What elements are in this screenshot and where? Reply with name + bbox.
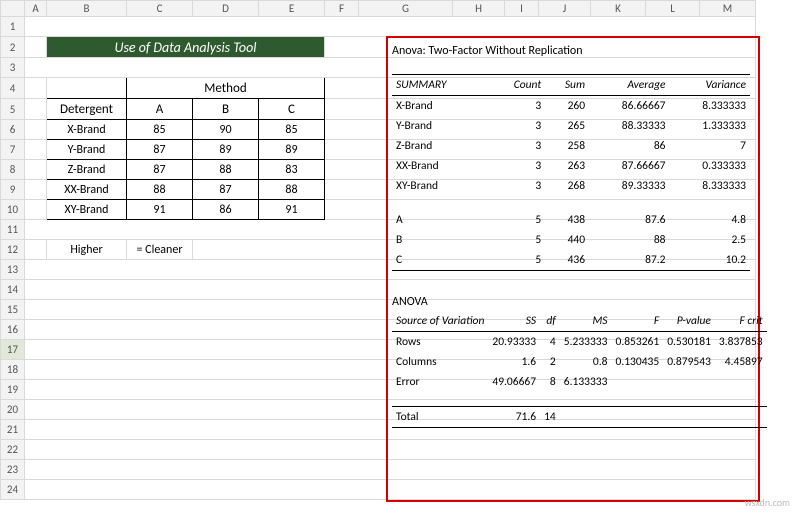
col-F[interactable]: F [325,1,359,17]
cell[interactable]: 86 [193,200,259,220]
col-E[interactable]: E [259,1,325,17]
hdr-ms: MS [560,311,612,332]
row-14[interactable]: 14 [1,280,25,300]
select-all[interactable] [1,1,25,17]
row-5[interactable]: 5 [1,99,25,120]
row-1[interactable]: 1 [1,17,25,37]
hdr-source: Source of Variation [392,311,488,332]
col-H[interactable]: H [453,1,505,17]
hdr-f: F [611,311,663,332]
cell[interactable]: 89 [259,140,325,160]
cell[interactable]: 88 [259,180,325,200]
row-4[interactable]: 4 [1,78,25,99]
cell[interactable]: 90 [193,120,259,140]
hdr-average: Average [589,75,669,96]
cell[interactable]: 87 [193,180,259,200]
col-C[interactable]: C [127,1,193,17]
row-21[interactable]: 21 [1,420,25,440]
col-head-A: A [127,99,193,120]
page-title: Use of Data Analysis Tool [47,37,325,58]
brand-xy[interactable]: XY-Brand [47,200,127,220]
col-L[interactable]: L [646,1,700,17]
hdr-fcrit: F crit [715,311,767,332]
higher-label: Higher [47,240,127,260]
row-16[interactable]: 16 [1,320,25,340]
cell[interactable]: 91 [127,200,193,220]
brand-z[interactable]: Z-Brand [47,160,127,180]
col-M[interactable]: M [700,1,756,17]
cell[interactable]: 88 [127,180,193,200]
row-6[interactable]: 6 [1,120,25,140]
hdr-df: df [540,311,560,332]
row-19[interactable]: 19 [1,380,25,400]
row-24[interactable]: 24 [1,480,25,500]
anova-table: Source of Variation SS df MS F P-value F… [392,311,767,428]
hdr-pvalue: P-value [663,311,715,332]
cell[interactable]: 87 [127,160,193,180]
col-I[interactable]: I [505,1,539,17]
cell[interactable]: 88 [193,160,259,180]
anova-output: Anova: Two-Factor Without Replication SU… [392,44,750,428]
row-8[interactable]: 8 [1,160,25,180]
cell[interactable]: 85 [259,120,325,140]
hdr-ss: SS [488,311,540,332]
row-18[interactable]: 18 [1,360,25,380]
anova-title: Anova: Two-Factor Without Replication [392,44,750,58]
detergent-header: Detergent [47,99,127,120]
row-15[interactable]: 15 [1,300,25,320]
brand-y[interactable]: Y-Brand [47,140,127,160]
hdr-variance: Variance [670,75,750,96]
col-G[interactable]: G [359,1,453,17]
cell[interactable]: 83 [259,160,325,180]
anova-section-label: ANOVA [392,295,750,309]
row-13[interactable]: 13 [1,260,25,280]
col-K[interactable]: K [591,1,646,17]
col-A[interactable]: A [25,1,47,17]
brand-xx[interactable]: XX-Brand [47,180,127,200]
cell[interactable]: 87 [127,140,193,160]
summary-label: SUMMARY [392,75,490,96]
hdr-sum: Sum [545,75,589,96]
cell[interactable]: 85 [127,120,193,140]
brand-x[interactable]: X-Brand [47,120,127,140]
row-3[interactable]: 3 [1,58,25,78]
method-header: Method [127,78,325,99]
cleaner-label: = Cleaner [127,240,193,260]
row-12[interactable]: 12 [1,240,25,260]
cell[interactable]: 89 [193,140,259,160]
watermark: wsxdn.com [745,496,790,509]
row-9[interactable]: 9 [1,180,25,200]
col-head-C: C [259,99,325,120]
row-11[interactable]: 11 [1,220,25,240]
row-10[interactable]: 10 [1,200,25,220]
row-2[interactable]: 2 [1,37,25,58]
row-22[interactable]: 22 [1,440,25,460]
row-20[interactable]: 20 [1,400,25,420]
col-D[interactable]: D [193,1,259,17]
row-17[interactable]: 17 [1,340,25,360]
row-23[interactable]: 23 [1,460,25,480]
col-head-B: B [193,99,259,120]
col-J[interactable]: J [539,1,591,17]
cell[interactable]: 91 [259,200,325,220]
row-7[interactable]: 7 [1,140,25,160]
hdr-count: Count [490,75,545,96]
summary-table: SUMMARY Count Sum Average Variance X-Bra… [392,74,750,271]
col-B[interactable]: B [47,1,127,17]
